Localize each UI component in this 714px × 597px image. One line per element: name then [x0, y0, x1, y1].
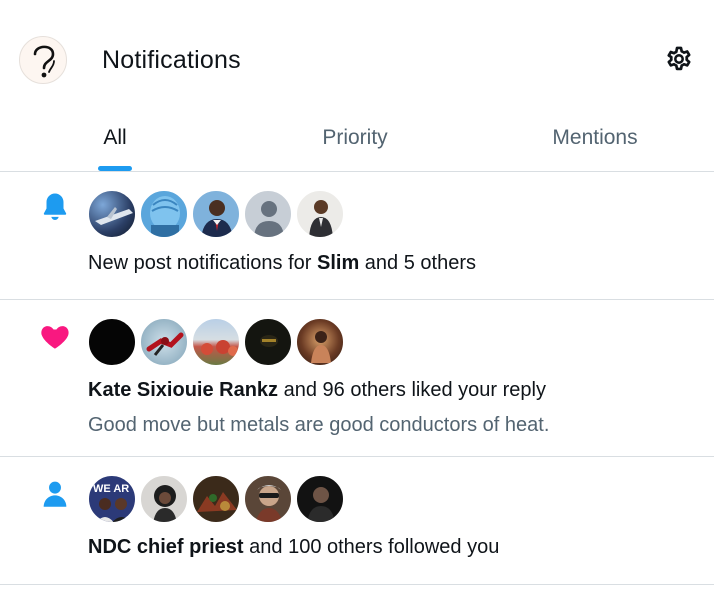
- person-icon: [38, 477, 72, 511]
- avatar[interactable]: [140, 190, 188, 238]
- notification-text: New post notifications for Slim and 5 ot…: [88, 252, 476, 275]
- avatar[interactable]: [88, 318, 136, 366]
- tab-mentions[interactable]: Mentions: [480, 118, 710, 172]
- avatar[interactable]: [88, 190, 136, 238]
- avatar[interactable]: [296, 318, 344, 366]
- tab-mentions-label: Mentions: [552, 126, 638, 149]
- svg-text:WE AR: WE AR: [93, 483, 129, 495]
- avatar[interactable]: [192, 190, 240, 238]
- notification-like[interactable]: Kate Sixiouie Rankz and 96 others liked …: [0, 300, 714, 457]
- actor-name[interactable]: NDC chief priest: [88, 536, 244, 558]
- tab-all-label: All: [103, 126, 127, 149]
- actor-name[interactable]: Slim: [317, 252, 359, 274]
- avatar[interactable]: [244, 190, 292, 238]
- bell-icon: [38, 190, 72, 224]
- notification-suffix: and 5 others: [359, 252, 476, 274]
- avatar[interactable]: [244, 318, 292, 366]
- avatar[interactable]: [296, 475, 344, 523]
- tab-bar: All Priority Mentions: [0, 118, 714, 172]
- avatar[interactable]: [140, 318, 188, 366]
- notification-follow[interactable]: WE AR NDC chief priest and 100 others fo…: [0, 457, 714, 585]
- heart-icon: [38, 319, 72, 353]
- quoted-reply: Good move but metals are good conductors…: [88, 414, 550, 436]
- actor-name[interactable]: Kate Sixiouie Rankz: [88, 379, 278, 401]
- avatar[interactable]: WE AR: [88, 475, 136, 523]
- gear-icon: [667, 46, 691, 71]
- notification-suffix: and 100 others followed you: [243, 536, 500, 558]
- notification-new-post[interactable]: New post notifications for Slim and 5 ot…: [0, 172, 714, 300]
- notification-prefix: New post notifications for: [88, 252, 317, 274]
- notification-text: NDC chief priest and 100 others followed…: [88, 536, 499, 559]
- page-header: Notifications: [0, 0, 714, 118]
- tab-priority-label: Priority: [322, 126, 388, 149]
- avatar[interactable]: [140, 475, 188, 523]
- avatar[interactable]: [192, 318, 240, 366]
- tab-all[interactable]: All: [0, 118, 230, 172]
- settings-button[interactable]: [662, 42, 696, 76]
- avatar[interactable]: [296, 190, 344, 238]
- avatar[interactable]: [192, 475, 240, 523]
- active-tab-indicator: [98, 166, 132, 171]
- notification-text: Kate Sixiouie Rankz and 96 others liked …: [88, 379, 546, 402]
- page-title: Notifications: [102, 46, 241, 74]
- avatar[interactable]: [244, 475, 292, 523]
- avatar[interactable]: [19, 36, 67, 84]
- question-mark-avatar-icon: [33, 45, 55, 78]
- tab-priority[interactable]: Priority: [240, 118, 470, 172]
- notification-suffix: and 96 others liked your reply: [278, 379, 546, 401]
